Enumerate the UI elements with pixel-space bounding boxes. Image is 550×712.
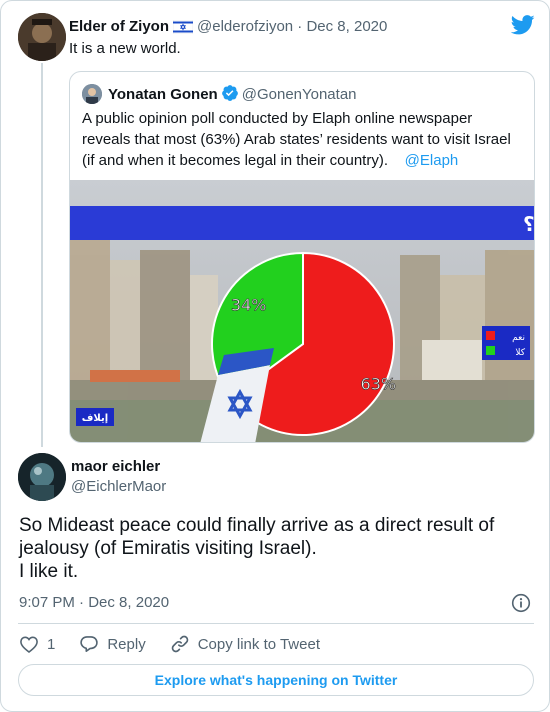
quoted-author-handle[interactable]: @GonenYonatan (242, 86, 357, 103)
image-headline: هل تسافر إلى إسرائيل إن سمح قانون دولتك … (523, 212, 535, 236)
pie-value-label-1: 34% (231, 295, 267, 314)
author-name[interactable]: Elder of Ziyon (69, 18, 169, 35)
poll-graphic: هل تسافر إلى إسرائيل إن سمح قانون دولتك … (70, 180, 535, 442)
explore-twitter-button[interactable]: Explore what's happening on Twitter (18, 664, 534, 696)
info-icon[interactable] (511, 593, 531, 618)
mention-link[interactable]: @Elaph (405, 152, 459, 169)
poll-image[interactable]: هل تسافر إلى إسرائيل إن سمح قانون دولتك … (70, 180, 535, 442)
date-value: Dec 8, 2020 (88, 594, 170, 611)
author-header: Elder of Ziyon @elderofziyon · Dec 8, 202… (69, 17, 387, 40)
thread-connector (41, 63, 43, 447)
quoted-text: A public opinion poll conducted by Elaph… (82, 108, 522, 171)
reply-bubble-icon (80, 636, 99, 652)
heart-icon (20, 636, 38, 654)
reply-author-name[interactable]: maor eichler (71, 457, 160, 477)
actions-divider (18, 623, 534, 624)
reply-author-handle[interactable]: @EichlerMaor (71, 477, 166, 497)
time-separator: · (79, 594, 85, 611)
legend-label-yes: نعم (512, 333, 525, 343)
header-separator: · (297, 18, 303, 35)
twitter-bird-icon[interactable] (510, 15, 535, 40)
link-icon (171, 635, 188, 653)
like-button[interactable]: 1 (19, 634, 55, 654)
reply-text: So Mideast peace could finally arrive as… (19, 515, 495, 582)
reply-label: Reply (107, 635, 146, 653)
quoted-tweet[interactable]: Yonatan Gonen @GonenYonatan A public opin… (69, 71, 535, 443)
time-value: 9:07 PM (19, 594, 75, 611)
copy-link-button[interactable]: Copy link to Tweet (170, 634, 320, 654)
legend-label-no: كلا (515, 348, 525, 358)
maor-avatar[interactable] (18, 453, 66, 501)
tweet-embed-card: Elder of Ziyon @elderofziyon · Dec 8, 202… (0, 0, 550, 712)
like-count: 1 (47, 635, 56, 653)
verified-badge-icon (221, 84, 239, 108)
legend-swatch-no (486, 346, 495, 355)
copy-link-label: Copy link to Tweet (197, 635, 320, 653)
quoted-author-avatar[interactable] (82, 84, 102, 104)
quoted-author-name[interactable]: Yonatan Gonen (108, 86, 218, 103)
pie-value-label-0: 63% (361, 375, 397, 394)
elder-avatar[interactable] (18, 13, 66, 61)
timestamp[interactable]: 9:07 PM · Dec 8, 2020 (19, 593, 169, 613)
legend-swatch-yes (486, 331, 495, 340)
action-bar: 1 Reply Copy link to Tweet (19, 633, 344, 655)
elaph-logo: إيلاف (82, 413, 108, 424)
author-date[interactable]: Dec 8, 2020 (306, 18, 387, 35)
parent-tweet-text: It is a new world. (69, 40, 181, 57)
reply-button[interactable]: Reply (79, 634, 146, 654)
israel-flag-icon (172, 19, 194, 40)
quoted-header: Yonatan Gonen @GonenYonatan (108, 84, 357, 108)
author-handle[interactable]: @elderofziyon (197, 18, 293, 35)
